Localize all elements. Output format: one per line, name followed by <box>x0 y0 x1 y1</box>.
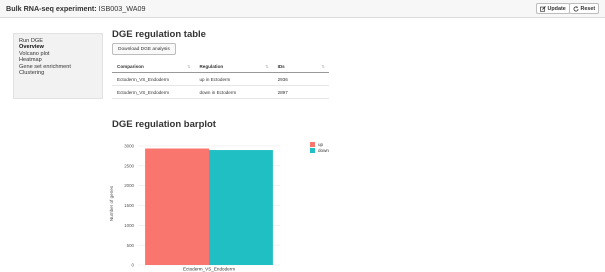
y-tick-label: 2500 <box>124 163 134 168</box>
refresh-icon <box>573 5 579 11</box>
y-tick-label: 3000 <box>124 144 134 149</box>
sort-icon: ⇅ <box>321 64 325 69</box>
table-cell: up in Ectoderm <box>194 72 273 86</box>
edit-icon <box>540 5 546 12</box>
table-row[interactable]: Ectoderm_VS_Endoderm down in Ectoderm 28… <box>112 85 329 99</box>
reset-label: Reset <box>580 5 596 12</box>
legend-item-up: up <box>310 142 323 147</box>
table-cell: Ectoderm_VS_Endoderm <box>112 85 195 99</box>
y-tick-label: 0 <box>132 263 135 268</box>
barplot-title: DGE regulation barplot <box>112 119 216 130</box>
table-row[interactable]: Ectoderm_VS_Endoderm up in Ectoderm 2936 <box>112 72 329 86</box>
column-header-regulation[interactable]: Regulation ⇅ <box>194 61 273 73</box>
bar-down <box>209 150 273 265</box>
y-axis-label: Number of genes <box>109 185 114 221</box>
column-header-ids[interactable]: IDs ⇅ <box>272 61 329 73</box>
y-tick-label: 1500 <box>124 203 134 208</box>
sort-icon: ⇅ <box>265 64 269 69</box>
download-dge-button[interactable]: Download DGE analysis <box>112 43 176 55</box>
app-title: Bulk RNA-seq experiment: ISB003_WA09 <box>6 4 146 13</box>
sidebar: Run DGE Overview Volcano plot Heatmap Ge… <box>13 33 103 99</box>
table-cell: 2936 <box>272 72 329 86</box>
legend-label: up <box>318 142 324 147</box>
bar-up <box>145 148 209 265</box>
legend-swatch <box>310 148 315 153</box>
barplot: 0 500 1000 1500 2000 2500 3000 Number of genes E… <box>109 144 280 272</box>
y-tick-label: 500 <box>127 243 135 248</box>
table-header-row: Comparison ⇅ Regulation ⇅ IDs ⇅ <box>112 61 329 73</box>
reset-button[interactable]: Reset <box>569 3 600 14</box>
update-button[interactable]: Update <box>536 3 570 14</box>
table-cell: down in Ectoderm <box>194 85 273 99</box>
y-tick-label: 2000 <box>124 183 134 188</box>
app-name: Bulk RNA-seq experiment: <box>6 4 97 13</box>
legend-swatch <box>310 142 315 147</box>
x-tick-label: Ectoderm_VS_Endoderm <box>183 267 235 272</box>
top-bar: Bulk RNA-seq experiment: ISB003_WA09 Upd… <box>0 0 605 18</box>
legend-item-down: down <box>310 148 329 153</box>
dge-table: Comparison ⇅ Regulation ⇅ IDs ⇅ Ectoderm… <box>112 61 329 99</box>
sidebar-item-clustering[interactable]: Clustering <box>19 70 102 76</box>
table-title: DGE regulation table <box>112 29 206 40</box>
sort-icon: ⇅ <box>187 64 191 69</box>
legend-label: down <box>318 148 329 153</box>
table-cell: 2897 <box>272 85 329 99</box>
experiment-id: ISB003_WA09 <box>98 4 146 13</box>
column-header-comparison[interactable]: Comparison ⇅ <box>112 61 195 73</box>
y-tick-label: 1000 <box>124 223 134 228</box>
update-label: Update <box>547 5 566 12</box>
table-cell: Ectoderm_VS_Endoderm <box>112 72 195 86</box>
